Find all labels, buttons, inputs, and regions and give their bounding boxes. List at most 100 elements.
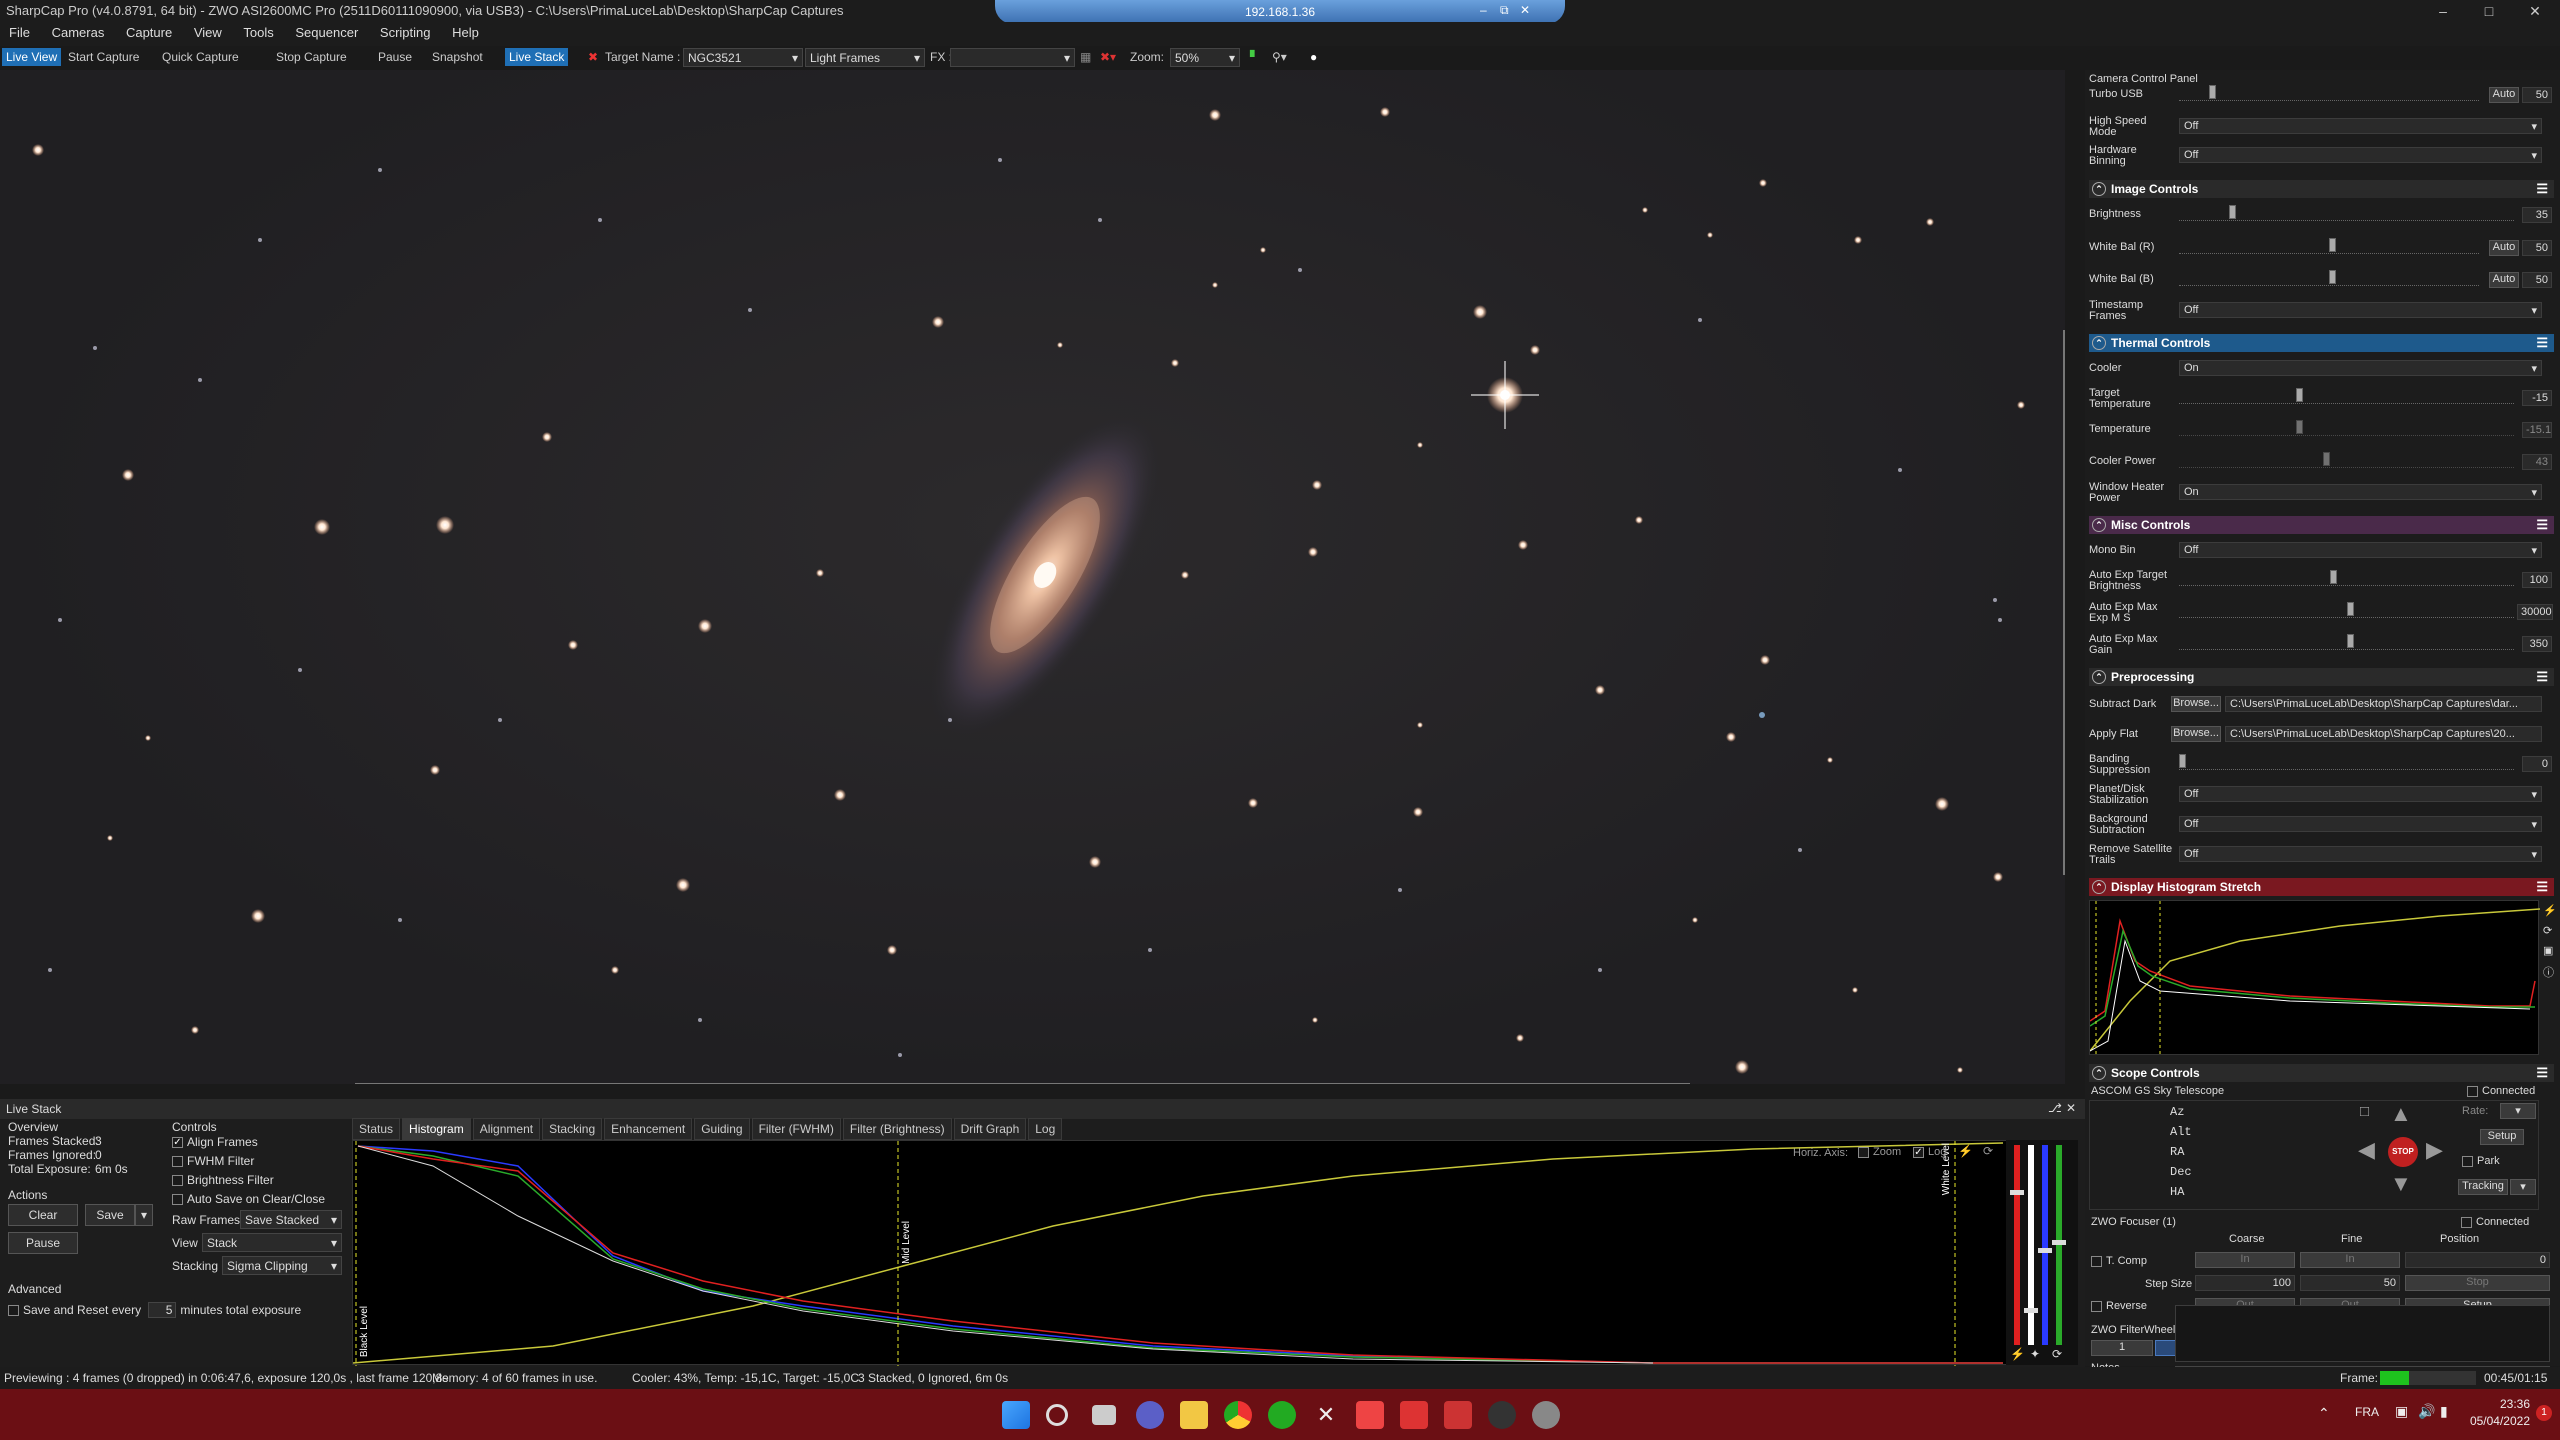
display-histogram[interactable] (2089, 900, 2541, 1056)
wb-b-slider[interactable] (2179, 270, 2479, 286)
chevron-up-icon[interactable]: ⌃ (2318, 1405, 2330, 1422)
target-name-select[interactable]: NGC3521 ▾ (683, 48, 803, 67)
auto-exp-gain-value[interactable]: 350 (2522, 636, 2552, 652)
wb-r-value[interactable]: 50 (2522, 240, 2552, 256)
reset-icon[interactable]: ⟳ (1983, 1144, 1993, 1158)
image-controls-header[interactable]: ⌃ Image Controls ☰ (2089, 180, 2554, 198)
language-indicator[interactable]: FRA (2355, 1405, 2379, 1419)
stop-capture-button[interactable]: Stop Capture (276, 50, 347, 64)
auto-exp-gain-slider[interactable] (2179, 634, 2514, 650)
apply-flat-select[interactable]: C:\Users\PrimaLuceLab\Desktop\SharpCap C… (2225, 726, 2542, 742)
circle-icon[interactable]: ● (1310, 50, 1317, 64)
histogram-icon[interactable]: ▘ (1250, 50, 1259, 64)
up-arrow-icon[interactable]: ▲ (2390, 1101, 2412, 1127)
filter-1-button[interactable]: 1 (2091, 1340, 2153, 1356)
display-histogram-header[interactable]: ⌃ Display Histogram Stretch ☰ (2089, 878, 2554, 896)
reset-icon[interactable]: ⟳ (2543, 924, 2552, 937)
cooler-select[interactable]: On ▾ (2179, 360, 2542, 376)
vertical-scrollbar[interactable] (2063, 330, 2065, 875)
volume-icon[interactable]: 🔊 (2418, 1403, 2435, 1420)
fx-select[interactable]: ▾ (950, 48, 1075, 67)
brightness-value[interactable]: 35 (2522, 207, 2552, 223)
menu-capture[interactable]: Capture (117, 22, 181, 43)
subtract-dark-select[interactable]: C:\Users\PrimaLuceLab\Desktop\SharpCap C… (2225, 696, 2542, 712)
task-view-icon[interactable] (1092, 1405, 1116, 1425)
down-arrow-icon[interactable]: ▼ (2390, 1171, 2412, 1197)
rate-select[interactable]: ▾ (2500, 1103, 2536, 1119)
horizontal-scrollbar[interactable] (355, 1083, 1690, 1084)
clock-time[interactable]: 23:36 (2480, 1397, 2530, 1411)
crosshair-icon[interactable]: ✖▾ (1100, 50, 1116, 64)
focuser-stop-button[interactable]: Stop (2405, 1275, 2550, 1291)
tab-log[interactable]: Log (1028, 1118, 1063, 1140)
app-red-1-icon[interactable] (1356, 1401, 1384, 1429)
stacking-select[interactable]: Sigma Clipping ▾ (222, 1256, 342, 1275)
fwhm-filter-checkbox[interactable] (172, 1156, 183, 1168)
tab-drift-graph[interactable]: Drift Graph (953, 1118, 1027, 1140)
align-frames-row[interactable]: ✓ Align Frames (172, 1135, 258, 1149)
zoom-select[interactable]: 50% ▾ (1170, 48, 1240, 67)
raw-frames-select[interactable]: Save Stacked ▾ (240, 1210, 342, 1229)
auto-exp-max-value[interactable]: 30000 (2517, 604, 2553, 620)
save-icon[interactable]: ▣ (2543, 944, 2553, 957)
scope-setup-button[interactable]: Setup (2480, 1129, 2524, 1145)
rdp-restore-icon[interactable]: ⧉ (1500, 3, 1509, 18)
clock-date[interactable]: 05/04/2022 (2462, 1414, 2530, 1428)
notification-icon[interactable]: 1 (2536, 1405, 2552, 1421)
wb-b-value[interactable]: 50 (2522, 272, 2552, 288)
tab-alignment[interactable]: Alignment (472, 1118, 541, 1140)
rdp-minimize-icon[interactable]: – (1480, 3, 1487, 17)
quick-capture-button[interactable]: Quick Capture (162, 50, 239, 64)
clear-button[interactable]: Clear (8, 1204, 78, 1226)
close-button[interactable]: ✕ (2512, 0, 2558, 22)
sparkle-icon[interactable]: ✦ (2030, 1347, 2040, 1361)
rdp-close-icon[interactable]: ✕ (1520, 3, 1530, 17)
subtract-dark-browse[interactable]: Browse... (2171, 696, 2221, 712)
apply-flat-browse[interactable]: Browse... (2171, 726, 2221, 742)
view-select[interactable]: Stack ▾ (202, 1233, 342, 1252)
app-red-2-icon[interactable] (1400, 1401, 1428, 1429)
menu-help[interactable]: Help (443, 22, 488, 43)
pause-stack-button[interactable]: Pause (8, 1232, 78, 1254)
battery-icon[interactable]: ▮ (2440, 1403, 2448, 1420)
auto-save-checkbox[interactable] (172, 1194, 183, 1206)
channel-sliders[interactable]: ⚡ ✦ ⟳ (2006, 1140, 2078, 1365)
wb-r-auto[interactable]: Auto (2489, 240, 2519, 256)
hw-binning-select[interactable]: Off ▾ (2179, 147, 2542, 163)
sharpcap-icon[interactable] (1532, 1401, 1560, 1429)
auto-exp-bright-slider[interactable] (2179, 570, 2514, 586)
lightning-small-icon[interactable]: ⚡ (2010, 1347, 2025, 1361)
menu-scripting[interactable]: Scripting (371, 22, 440, 43)
mono-bin-select[interactable]: Off ▾ (2179, 542, 2542, 558)
live-view-button[interactable]: Live View (2, 48, 62, 66)
left-arrow-icon[interactable]: ◀ (2358, 1137, 2375, 1163)
tab-filter-brightness[interactable]: Filter (Brightness) (842, 1118, 952, 1140)
panel-close-icon[interactable]: ✕ (2066, 1101, 2076, 1115)
preprocessing-header[interactable]: ⌃ Preprocessing ☰ (2089, 668, 2554, 686)
pause-button[interactable]: Pause (378, 50, 412, 64)
file-explorer-icon[interactable] (1180, 1401, 1208, 1429)
save-reset-checkbox[interactable] (8, 1305, 19, 1317)
planet-disk-select[interactable]: Off ▾ (2179, 786, 2542, 802)
lightning-icon[interactable]: ⚡ (1958, 1144, 1973, 1158)
brightness-filter-checkbox[interactable] (172, 1175, 183, 1187)
undo-icon[interactable]: ⟳ (2052, 1347, 2062, 1361)
timestamp-select[interactable]: Off ▾ (2179, 302, 2542, 318)
thermal-controls-header[interactable]: ⌃ Thermal Controls ☰ (2089, 334, 2554, 352)
image-viewport[interactable] (0, 70, 2065, 1084)
auto-exp-bright-value[interactable]: 100 (2522, 572, 2552, 588)
save-button[interactable]: Save (85, 1204, 135, 1226)
tab-status[interactable]: Status (352, 1118, 401, 1140)
banding-value[interactable]: 0 (2522, 756, 2552, 772)
high-speed-select[interactable]: Off ▾ (2179, 118, 2542, 134)
fine-step-input[interactable]: 50 (2300, 1275, 2400, 1291)
wb-b-auto[interactable]: Auto (2489, 272, 2519, 288)
brightness-slider[interactable] (2179, 205, 2514, 221)
menu-view[interactable]: View (185, 22, 231, 43)
menu-sequencer[interactable]: Sequencer (286, 22, 367, 43)
scope-connected[interactable]: Connected (2467, 1085, 2535, 1097)
tracking-select[interactable]: ▾ (2510, 1179, 2536, 1195)
chrome-icon[interactable] (1224, 1401, 1252, 1429)
tab-histogram[interactable]: Histogram (402, 1118, 471, 1140)
menu-tools[interactable]: Tools (234, 22, 282, 43)
